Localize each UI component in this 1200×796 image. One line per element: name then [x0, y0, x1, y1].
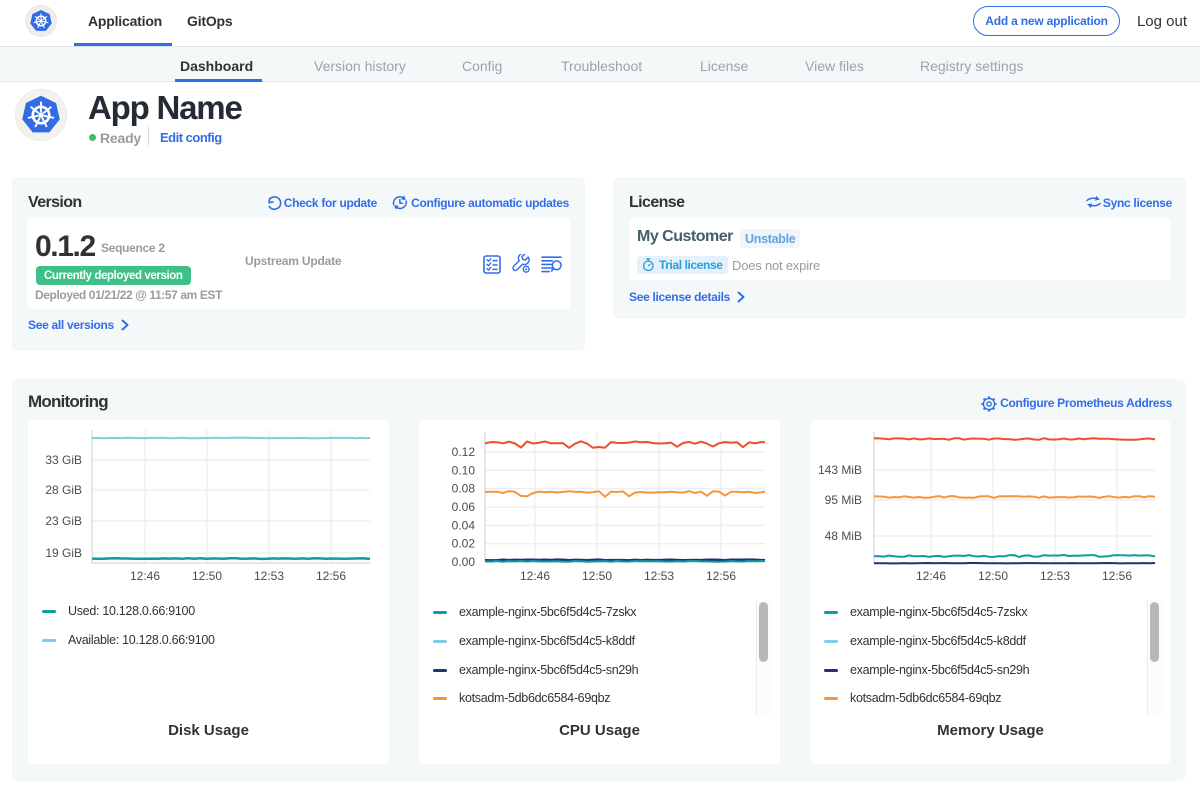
svg-text:0.10: 0.10 [452, 463, 476, 477]
svg-text:12:46: 12:46 [520, 569, 550, 583]
svg-text:143 MiB: 143 MiB [818, 463, 862, 477]
svg-text:12:53: 12:53 [1040, 569, 1070, 583]
svg-text:12:56: 12:56 [316, 569, 346, 583]
svg-text:0.12: 0.12 [452, 445, 476, 459]
svg-text:12:53: 12:53 [644, 569, 674, 583]
svg-text:12:56: 12:56 [706, 569, 736, 583]
svg-text:12:50: 12:50 [978, 569, 1008, 583]
svg-text:28 GiB: 28 GiB [45, 483, 82, 497]
svg-text:12:46: 12:46 [130, 569, 160, 583]
svg-text:0.04: 0.04 [452, 518, 476, 532]
svg-text:0.02: 0.02 [452, 537, 476, 551]
svg-text:12:53: 12:53 [254, 569, 284, 583]
svg-text:12:50: 12:50 [192, 569, 222, 583]
svg-text:33 GiB: 33 GiB [45, 453, 82, 467]
svg-text:12:46: 12:46 [916, 569, 946, 583]
svg-text:19 GiB: 19 GiB [45, 546, 82, 560]
svg-text:0.06: 0.06 [452, 500, 476, 514]
svg-text:0.00: 0.00 [452, 555, 476, 569]
svg-text:23 GiB: 23 GiB [45, 514, 82, 528]
svg-text:12:50: 12:50 [582, 569, 612, 583]
svg-text:48 MiB: 48 MiB [825, 529, 862, 543]
svg-text:12:56: 12:56 [1102, 569, 1132, 583]
svg-text:0.08: 0.08 [452, 482, 476, 496]
svg-text:95 MiB: 95 MiB [825, 493, 862, 507]
